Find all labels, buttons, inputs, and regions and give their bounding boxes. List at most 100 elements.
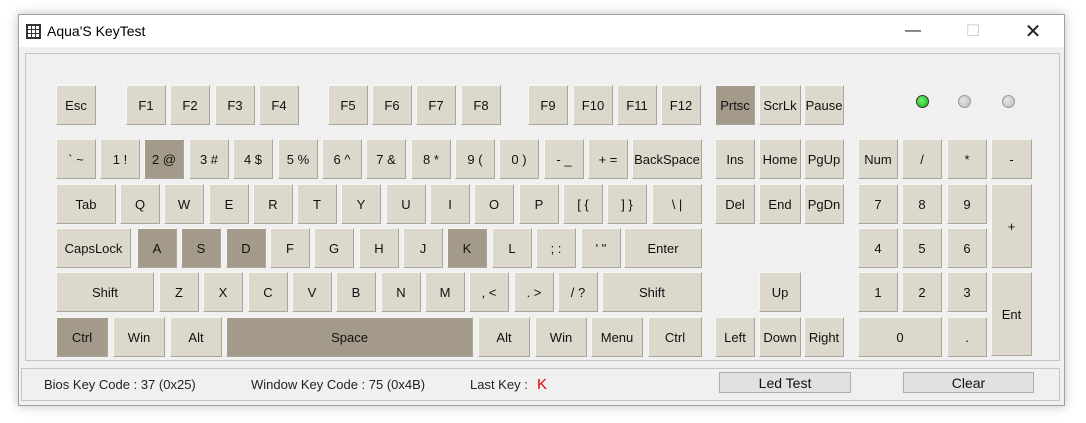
main-key-capslock[interactable]: CapsLock: [56, 228, 131, 268]
main-key-sym[interactable]: . >: [514, 272, 554, 312]
main-key-l[interactable]: L: [492, 228, 532, 268]
main-key-a[interactable]: A: [137, 228, 177, 268]
numpad-key-8[interactable]: 8: [902, 184, 942, 224]
minimize-button[interactable]: —: [890, 15, 936, 47]
main-key-alt[interactable]: Alt: [170, 317, 222, 357]
main-key-q[interactable]: Q: [120, 184, 160, 224]
numpad-key-sym[interactable]: /: [902, 139, 942, 179]
main-key-y[interactable]: Y: [341, 184, 381, 224]
nav-key-pgdn[interactable]: PgDn: [804, 184, 844, 224]
main-key-z[interactable]: Z: [159, 272, 199, 312]
numpad-key-0[interactable]: 0: [858, 317, 942, 357]
main-key-shift[interactable]: Shift: [602, 272, 702, 312]
main-key-sym[interactable]: / ?: [558, 272, 598, 312]
numpad-key-sym[interactable]: .: [947, 317, 987, 357]
main-key-r[interactable]: R: [253, 184, 293, 224]
numpad-key-sym[interactable]: *: [947, 139, 987, 179]
numpad-key-2[interactable]: 2: [902, 272, 942, 312]
main-key-f11[interactable]: F11: [617, 85, 657, 125]
numpad-key-num[interactable]: Num: [858, 139, 898, 179]
nav-key-del[interactable]: Del: [715, 184, 755, 224]
main-key-f3[interactable]: F3: [215, 85, 255, 125]
numpad-key-sym[interactable]: -: [991, 139, 1032, 179]
main-key-f9[interactable]: F9: [528, 85, 568, 125]
numpad-key-sym[interactable]: +: [991, 184, 1032, 268]
main-key-f1[interactable]: F1: [126, 85, 166, 125]
numpad-key-ent[interactable]: Ent: [991, 272, 1032, 356]
main-key-m[interactable]: M: [425, 272, 465, 312]
main-key-u[interactable]: U: [386, 184, 426, 224]
main-key-s[interactable]: S: [181, 228, 221, 268]
main-key-n[interactable]: N: [381, 272, 421, 312]
nav-key-left[interactable]: Left: [715, 317, 755, 357]
main-key-f10[interactable]: F10: [573, 85, 613, 125]
nav-key-scrlk[interactable]: ScrLk: [759, 85, 801, 125]
nav-key-up[interactable]: Up: [759, 272, 801, 312]
main-key-f[interactable]: F: [270, 228, 310, 268]
main-key-ctrl[interactable]: Ctrl: [56, 317, 108, 357]
main-key-7[interactable]: 7 &: [366, 139, 406, 179]
main-key-sym[interactable]: ; :: [536, 228, 576, 268]
main-key-tab[interactable]: Tab: [56, 184, 116, 224]
main-key-sym[interactable]: + =: [588, 139, 628, 179]
nav-key-pgup[interactable]: PgUp: [804, 139, 844, 179]
main-key-p[interactable]: P: [519, 184, 559, 224]
main-key-d[interactable]: D: [226, 228, 266, 268]
numpad-key-5[interactable]: 5: [902, 228, 942, 268]
main-key-9[interactable]: 9 (: [455, 139, 495, 179]
main-key-sym[interactable]: ] }: [607, 184, 647, 224]
main-key-f7[interactable]: F7: [416, 85, 456, 125]
main-key-w[interactable]: W: [164, 184, 204, 224]
main-key-e[interactable]: E: [209, 184, 249, 224]
numpad-key-7[interactable]: 7: [858, 184, 898, 224]
nav-key-down[interactable]: Down: [759, 317, 801, 357]
main-key-6[interactable]: 6 ^: [322, 139, 362, 179]
numpad-key-9[interactable]: 9: [947, 184, 987, 224]
main-key-alt[interactable]: Alt: [478, 317, 530, 357]
main-key-h[interactable]: H: [359, 228, 399, 268]
main-key-ctrl[interactable]: Ctrl: [648, 317, 702, 357]
main-key-esc[interactable]: Esc: [56, 85, 96, 125]
main-key-f12[interactable]: F12: [661, 85, 701, 125]
main-key-win[interactable]: Win: [535, 317, 587, 357]
nav-key-ins[interactable]: Ins: [715, 139, 755, 179]
main-key-f6[interactable]: F6: [372, 85, 412, 125]
main-key-x[interactable]: X: [203, 272, 243, 312]
main-key-win[interactable]: Win: [113, 317, 165, 357]
main-key-sym[interactable]: - _: [544, 139, 584, 179]
main-key-v[interactable]: V: [292, 272, 332, 312]
main-key-f8[interactable]: F8: [461, 85, 501, 125]
main-key-sym[interactable]: ` ~: [56, 139, 96, 179]
main-key-c[interactable]: C: [248, 272, 288, 312]
main-key-8[interactable]: 8 *: [411, 139, 451, 179]
main-key-0[interactable]: 0 ): [499, 139, 539, 179]
main-key-sym[interactable]: [ {: [563, 184, 603, 224]
maximize-button[interactable]: ☐: [950, 15, 996, 47]
numpad-key-1[interactable]: 1: [858, 272, 898, 312]
main-key-f5[interactable]: F5: [328, 85, 368, 125]
main-key-3[interactable]: 3 #: [189, 139, 229, 179]
main-key-sym[interactable]: , <: [469, 272, 509, 312]
main-key-sym[interactable]: \ |: [652, 184, 702, 224]
main-key-g[interactable]: G: [314, 228, 354, 268]
main-key-sym[interactable]: ' ": [581, 228, 621, 268]
main-key-enter[interactable]: Enter: [624, 228, 702, 268]
main-key-5[interactable]: 5 %: [278, 139, 318, 179]
clear-button[interactable]: Clear: [903, 372, 1034, 393]
main-key-space[interactable]: Space: [226, 317, 473, 357]
main-key-backspace[interactable]: BackSpace: [632, 139, 702, 179]
nav-key-prtsc[interactable]: Prtsc: [715, 85, 755, 125]
led-test-button[interactable]: Led Test: [719, 372, 851, 393]
nav-key-end[interactable]: End: [759, 184, 801, 224]
main-key-2[interactable]: 2 @: [144, 139, 184, 179]
main-key-menu[interactable]: Menu: [591, 317, 643, 357]
main-key-j[interactable]: J: [403, 228, 443, 268]
main-key-o[interactable]: O: [474, 184, 514, 224]
main-key-4[interactable]: 4 $: [233, 139, 273, 179]
main-key-k[interactable]: K: [447, 228, 487, 268]
main-key-f4[interactable]: F4: [259, 85, 299, 125]
close-button[interactable]: ✕: [1010, 15, 1056, 47]
main-key-shift[interactable]: Shift: [56, 272, 154, 312]
nav-key-right[interactable]: Right: [804, 317, 844, 357]
numpad-key-6[interactable]: 6: [947, 228, 987, 268]
